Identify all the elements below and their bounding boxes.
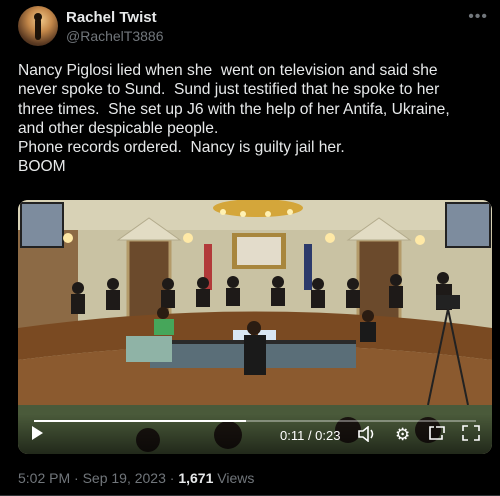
- avatar-figure-body: [35, 18, 41, 40]
- progress-bar[interactable]: [34, 420, 476, 422]
- avatar[interactable]: [18, 6, 58, 46]
- views-count: 1,671: [178, 470, 214, 486]
- more-horizontal-icon[interactable]: •••: [468, 8, 488, 26]
- author-name[interactable]: Rachel Twist: [66, 9, 157, 26]
- settings-icon[interactable]: ⚙: [395, 425, 410, 445]
- video-player[interactable]: 0:11 / 0:23 ⚙: [18, 200, 492, 454]
- play-icon[interactable]: [32, 426, 43, 440]
- tweet-meta: 5:02 PM · Sep 19, 2023 · 1,671 Views: [18, 470, 254, 486]
- time-display: 0:11 / 0:23: [280, 428, 341, 443]
- video-controls: 0:11 / 0:23 ⚙: [18, 414, 492, 454]
- views-label: Views: [217, 470, 255, 486]
- tweet-header: Rachel Twist @RachelT3886 •••: [18, 6, 488, 50]
- timestamp[interactable]: 5:02 PM · Sep 19, 2023 ·: [18, 470, 174, 486]
- tweet-text: Nancy Piglosi lied when she went on tele…: [18, 62, 450, 176]
- progress-fill: [34, 420, 247, 422]
- author-handle[interactable]: @RachelT3886: [66, 28, 164, 44]
